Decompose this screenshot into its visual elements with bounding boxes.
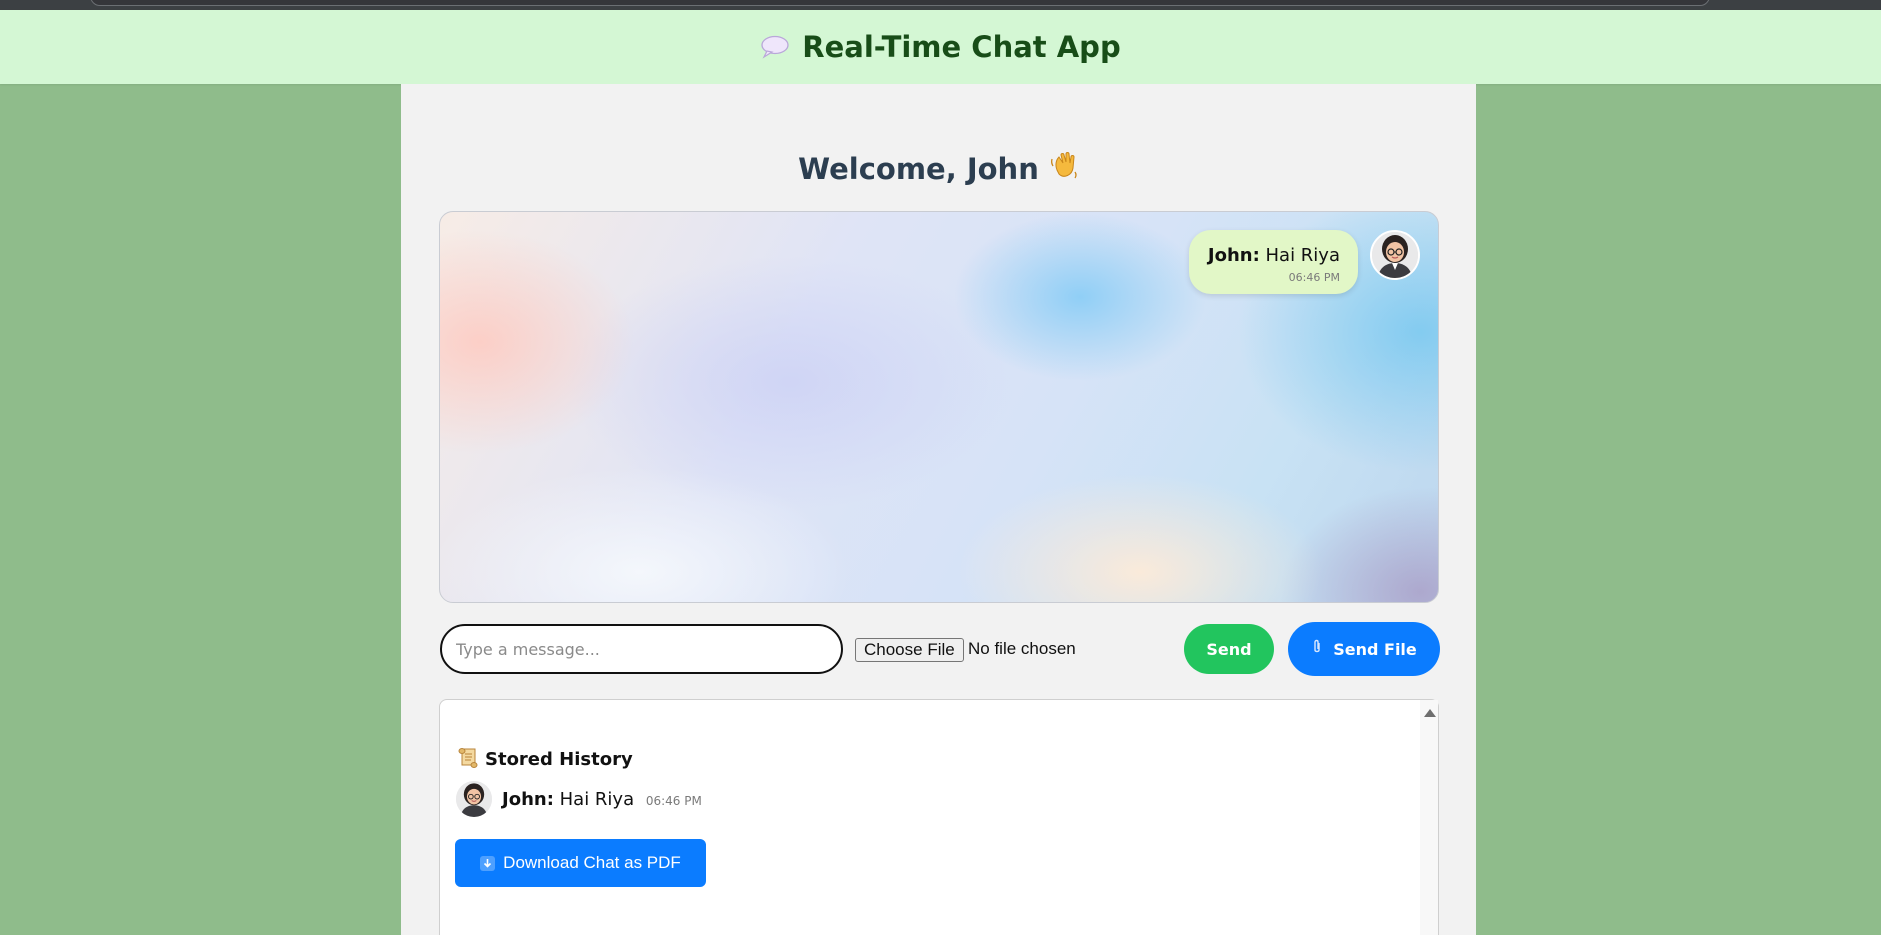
message-time: 06:46 PM (1288, 271, 1340, 284)
send-button[interactable]: Send (1184, 624, 1274, 674)
app-header: Real-Time Chat App (0, 10, 1881, 84)
history-title-text: Stored History (485, 749, 633, 770)
choose-file-button[interactable]: Choose File (855, 638, 964, 662)
app-title-text: Real-Time Chat App (802, 30, 1121, 64)
scroll-up-arrow-icon[interactable] (1424, 709, 1436, 717)
stored-history-panel[interactable]: Stored History John: Hai Riya 06:46 PM D… (439, 699, 1439, 935)
app-title: Real-Time Chat App (760, 30, 1121, 64)
history-scrollbar[interactable] (1420, 700, 1438, 935)
message-body: Hai Riya (1265, 245, 1340, 266)
history-heading: Stored History (457, 746, 633, 773)
paperclip-icon (1311, 639, 1323, 659)
user-avatar (1370, 230, 1420, 280)
history-time: 06:46 PM (645, 793, 702, 808)
chat-messages-area[interactable]: John: Hai Riya 06:46 PM (439, 211, 1439, 603)
history-avatar (456, 781, 492, 817)
address-bar-edge (90, 0, 1710, 6)
file-status: No file chosen (968, 639, 1076, 658)
history-item: John: Hai Riya 06:46 PM (456, 781, 702, 817)
composer: Choose File No file chosen Send Send Fil… (439, 622, 1440, 676)
message-input[interactable] (440, 624, 843, 674)
message-text: John: Hai Riya (1208, 245, 1340, 266)
send-file-button[interactable]: Send File (1288, 622, 1440, 676)
send-file-label: Send File (1333, 639, 1417, 659)
welcome-heading: Welcome, John (401, 150, 1476, 187)
welcome-text: Welcome, John (798, 151, 1039, 186)
waving-hand-icon (1049, 150, 1079, 187)
scroll-icon (457, 746, 479, 773)
download-pdf-label: Download Chat as PDF (503, 853, 681, 872)
download-pdf-button[interactable]: Download Chat as PDF (455, 839, 706, 887)
chat-container: Welcome, John John: Hai Riya 06:46 PM Ty… (401, 84, 1476, 935)
down-arrow-icon (480, 855, 496, 871)
history-sender: John: (502, 788, 554, 810)
chat-message: John: Hai Riya 06:46 PM (1188, 230, 1420, 294)
history-text: John: Hai Riya 06:46 PM (502, 789, 702, 810)
message-bubble: John: Hai Riya 06:46 PM (1188, 230, 1358, 294)
message-sender: John: (1207, 245, 1260, 266)
history-body: Hai Riya (559, 788, 635, 810)
browser-chrome-edge (0, 0, 1881, 10)
speech-bubble-icon (760, 35, 790, 59)
